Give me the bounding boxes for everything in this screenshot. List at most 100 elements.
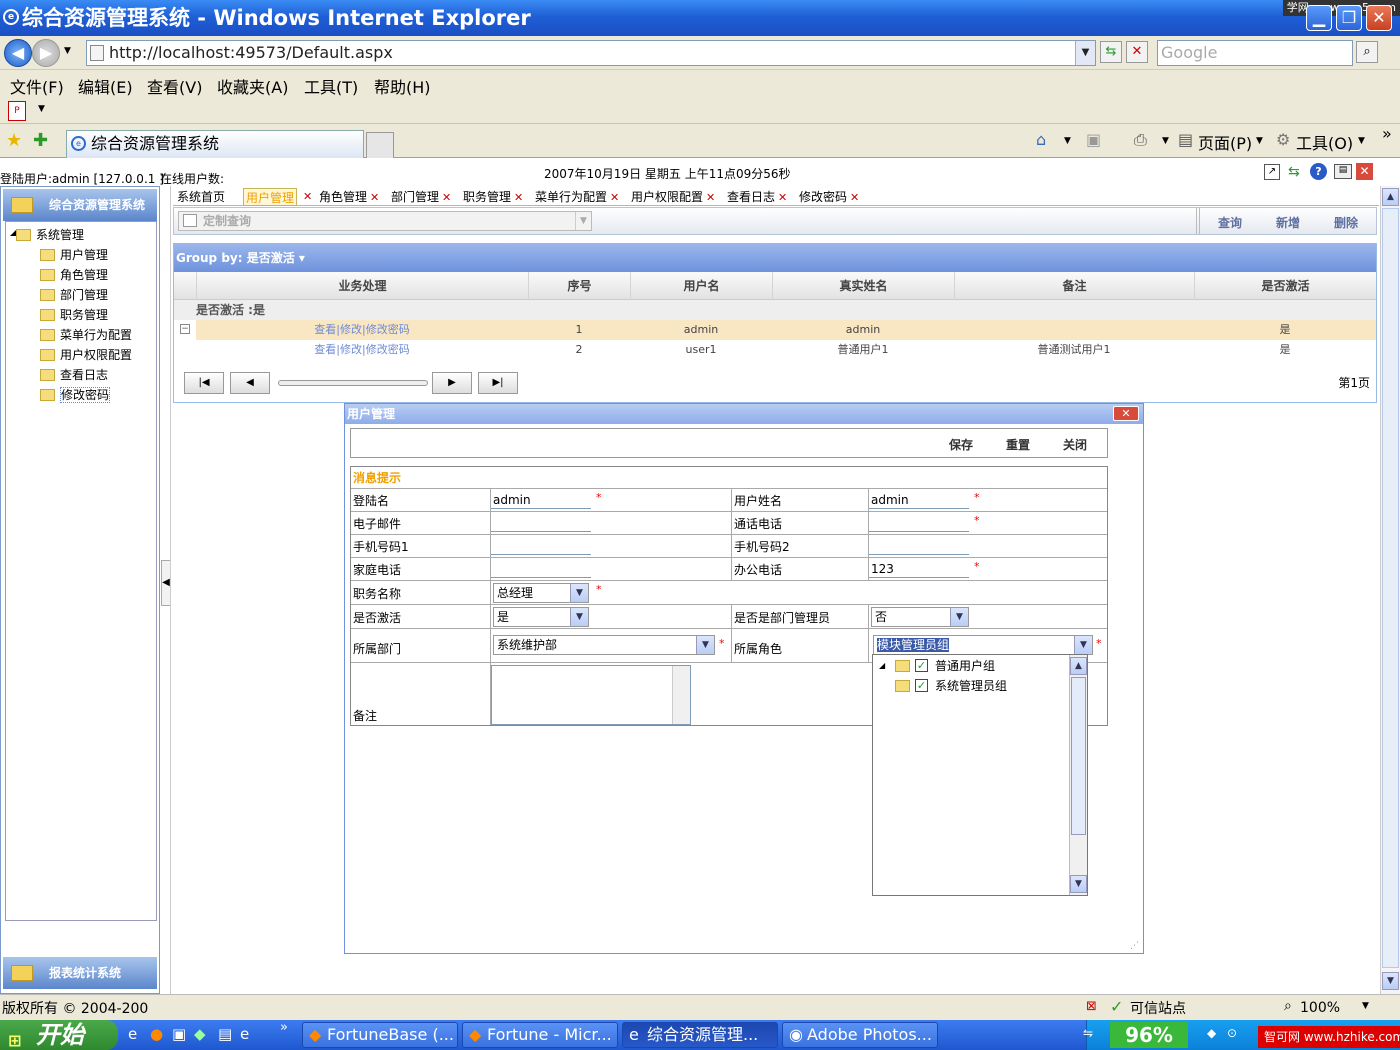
- menu-tools[interactable]: 工具(T): [304, 74, 358, 98]
- tab-close-icon[interactable]: ✕: [514, 191, 523, 204]
- more-chevron-icon[interactable]: »: [1382, 124, 1392, 143]
- desktop-quicklaunch-icon[interactable]: ▣: [172, 1025, 186, 1043]
- network-icon[interactable]: ⇋: [1083, 1026, 1093, 1040]
- home-phone-input[interactable]: [491, 560, 591, 578]
- tray-icon[interactable]: ⊙: [1227, 1026, 1237, 1040]
- menu-favorites[interactable]: 收藏夹(A): [217, 74, 288, 98]
- table-row[interactable]: 查看|修改|修改密码 1 admin admin 是: [196, 320, 1376, 340]
- page-menu[interactable]: 页面(P): [1198, 130, 1252, 154]
- tab-close-icon[interactable]: ✕: [610, 191, 619, 204]
- col-header-realname[interactable]: 真实姓名: [772, 272, 954, 300]
- browser-tab-active[interactable]: e 综合资源管理系统: [66, 130, 364, 158]
- zoom-dropdown-icon[interactable]: ▼: [1362, 1001, 1369, 1011]
- home-dropdown-icon[interactable]: ▼: [1064, 136, 1071, 146]
- zoom-level[interactable]: 100%: [1300, 1000, 1340, 1016]
- remark-textarea[interactable]: [491, 665, 691, 725]
- position-select[interactable]: 总经理 ▼: [493, 583, 589, 603]
- role-select[interactable]: 模块管理员组 ▼: [873, 635, 1093, 655]
- maximize-button[interactable]: ❐: [1336, 5, 1362, 31]
- refresh-icon[interactable]: ⇆: [1100, 41, 1122, 63]
- tab-close-icon[interactable]: ✕: [301, 188, 314, 206]
- tab-close-icon[interactable]: ✕: [442, 191, 451, 204]
- tree-item-permissions[interactable]: 用户权限配置: [38, 346, 132, 364]
- last-page-button[interactable]: ▶|: [478, 372, 518, 394]
- minimize-button[interactable]: ▁: [1306, 5, 1332, 31]
- tab-departments[interactable]: 部门管理 ✕: [389, 188, 453, 206]
- notepad-quicklaunch-icon[interactable]: ▤: [218, 1025, 232, 1043]
- home-icon[interactable]: ⌂: [1036, 130, 1046, 149]
- tree-item-positions[interactable]: 职务管理: [38, 306, 108, 324]
- row-actions[interactable]: 查看|修改|修改密码: [196, 320, 528, 340]
- pdf-dropdown-icon[interactable]: ▼: [38, 104, 45, 114]
- menu-file[interactable]: 文件(F): [10, 74, 64, 98]
- dept-admin-select[interactable]: 否 ▼: [871, 607, 969, 627]
- tab-close-icon[interactable]: ✕: [778, 191, 787, 204]
- page-menu-icon[interactable]: ▤: [1178, 130, 1193, 149]
- feeds-icon[interactable]: ▣: [1086, 130, 1101, 149]
- print-icon[interactable]: ⎙: [1134, 130, 1147, 150]
- tree-item-change-password[interactable]: 修改密码: [38, 386, 111, 404]
- task-fortune-word[interactable]: ◆ Fortune - Micr...: [462, 1022, 618, 1048]
- chevron-down-icon[interactable]: ▼: [696, 636, 714, 654]
- col-header-active[interactable]: 是否激活: [1194, 272, 1376, 300]
- menu-help[interactable]: 帮助(H): [374, 74, 431, 98]
- app-quicklaunch-icon[interactable]: ◆: [194, 1025, 206, 1043]
- switch-icon[interactable]: ⇆: [1288, 164, 1300, 180]
- fullscreen-icon[interactable]: ↗: [1264, 164, 1280, 180]
- first-page-button[interactable]: |◀: [184, 372, 224, 394]
- checkbox-checked-icon[interactable]: ✓: [915, 659, 928, 672]
- tab-permissions[interactable]: 用户权限配置 ✕: [629, 188, 717, 206]
- collapse-group-icon[interactable]: −: [180, 324, 190, 334]
- forward-icon[interactable]: ▶: [32, 39, 60, 67]
- reset-button[interactable]: 重置: [1006, 436, 1030, 453]
- custom-query-select[interactable]: 定制查询 ▼: [178, 211, 592, 231]
- more-chevron-icon[interactable]: »: [280, 1020, 288, 1035]
- checkbox-checked-icon[interactable]: ✓: [915, 679, 928, 692]
- tab-logs[interactable]: 查看日志 ✕: [725, 188, 789, 206]
- start-button[interactable]: ⊞ 开始: [0, 1020, 118, 1050]
- delete-button[interactable]: 删除: [1334, 214, 1358, 231]
- close-button[interactable]: 关闭: [1063, 436, 1087, 453]
- scroll-down-icon[interactable]: ▼: [1382, 972, 1399, 990]
- chevron-down-icon[interactable]: ▼: [575, 212, 591, 230]
- address-input[interactable]: http://localhost:49573/Default.aspx ▼: [86, 40, 1096, 66]
- tab-change-password[interactable]: 修改密码 ✕: [797, 188, 861, 206]
- tab-close-icon[interactable]: ✕: [850, 191, 859, 204]
- row-actions[interactable]: 查看|修改|修改密码: [196, 340, 528, 360]
- firefox-quicklaunch-icon[interactable]: ●: [150, 1025, 163, 1043]
- role-option-normal[interactable]: ✓ 普通用户组: [895, 657, 995, 675]
- col-header-actions[interactable]: 业务处理: [196, 272, 528, 300]
- zoom-icon[interactable]: ⌕: [1284, 998, 1292, 1014]
- pdf-icon[interactable]: P: [8, 101, 26, 121]
- stop-icon[interactable]: ✕: [1126, 41, 1148, 63]
- dialog-close-icon[interactable]: ✕: [1113, 406, 1139, 421]
- mobile2-input[interactable]: [869, 537, 969, 555]
- active-select[interactable]: 是 ▼: [493, 607, 589, 627]
- ie2-quicklaunch-icon[interactable]: e: [240, 1025, 249, 1043]
- tree-item-logs[interactable]: 查看日志: [38, 366, 108, 384]
- col-header-remark[interactable]: 备注: [954, 272, 1194, 300]
- tab-menu-config[interactable]: 菜单行为配置 ✕: [533, 188, 621, 206]
- prev-page-button[interactable]: ◀: [230, 372, 270, 394]
- back-icon[interactable]: ◀: [4, 39, 32, 67]
- chevron-down-icon[interactable]: ▼: [570, 608, 588, 626]
- tree-item-menu-config[interactable]: 菜单行为配置: [38, 326, 132, 344]
- new-tab-button[interactable]: [366, 132, 394, 158]
- logout-icon[interactable]: ✕: [1356, 163, 1373, 180]
- phone-input[interactable]: [869, 514, 969, 532]
- textarea-scrollbar[interactable]: [672, 666, 690, 724]
- help-icon[interactable]: ?: [1310, 163, 1327, 180]
- scroll-up-icon[interactable]: ▲: [1070, 657, 1087, 675]
- tab-positions[interactable]: 职务管理 ✕: [461, 188, 525, 206]
- chevron-down-icon[interactable]: ▼: [950, 608, 968, 626]
- chevron-down-icon[interactable]: ▼: [570, 584, 588, 602]
- tree-root-system[interactable]: 系统管理: [14, 226, 84, 244]
- tree-expand-icon[interactable]: ◢: [879, 661, 885, 670]
- tab-home[interactable]: 系统首页: [175, 188, 227, 206]
- add-favorite-icon[interactable]: ✚: [33, 130, 48, 151]
- page-slider[interactable]: [278, 380, 428, 386]
- task-fortunebase[interactable]: ◆ FortuneBase (...: [302, 1022, 458, 1048]
- dropdown-scrollbar[interactable]: ▲ ▼: [1069, 655, 1087, 895]
- page-dropdown-icon[interactable]: ▼: [1256, 136, 1263, 146]
- email-input[interactable]: [491, 514, 591, 532]
